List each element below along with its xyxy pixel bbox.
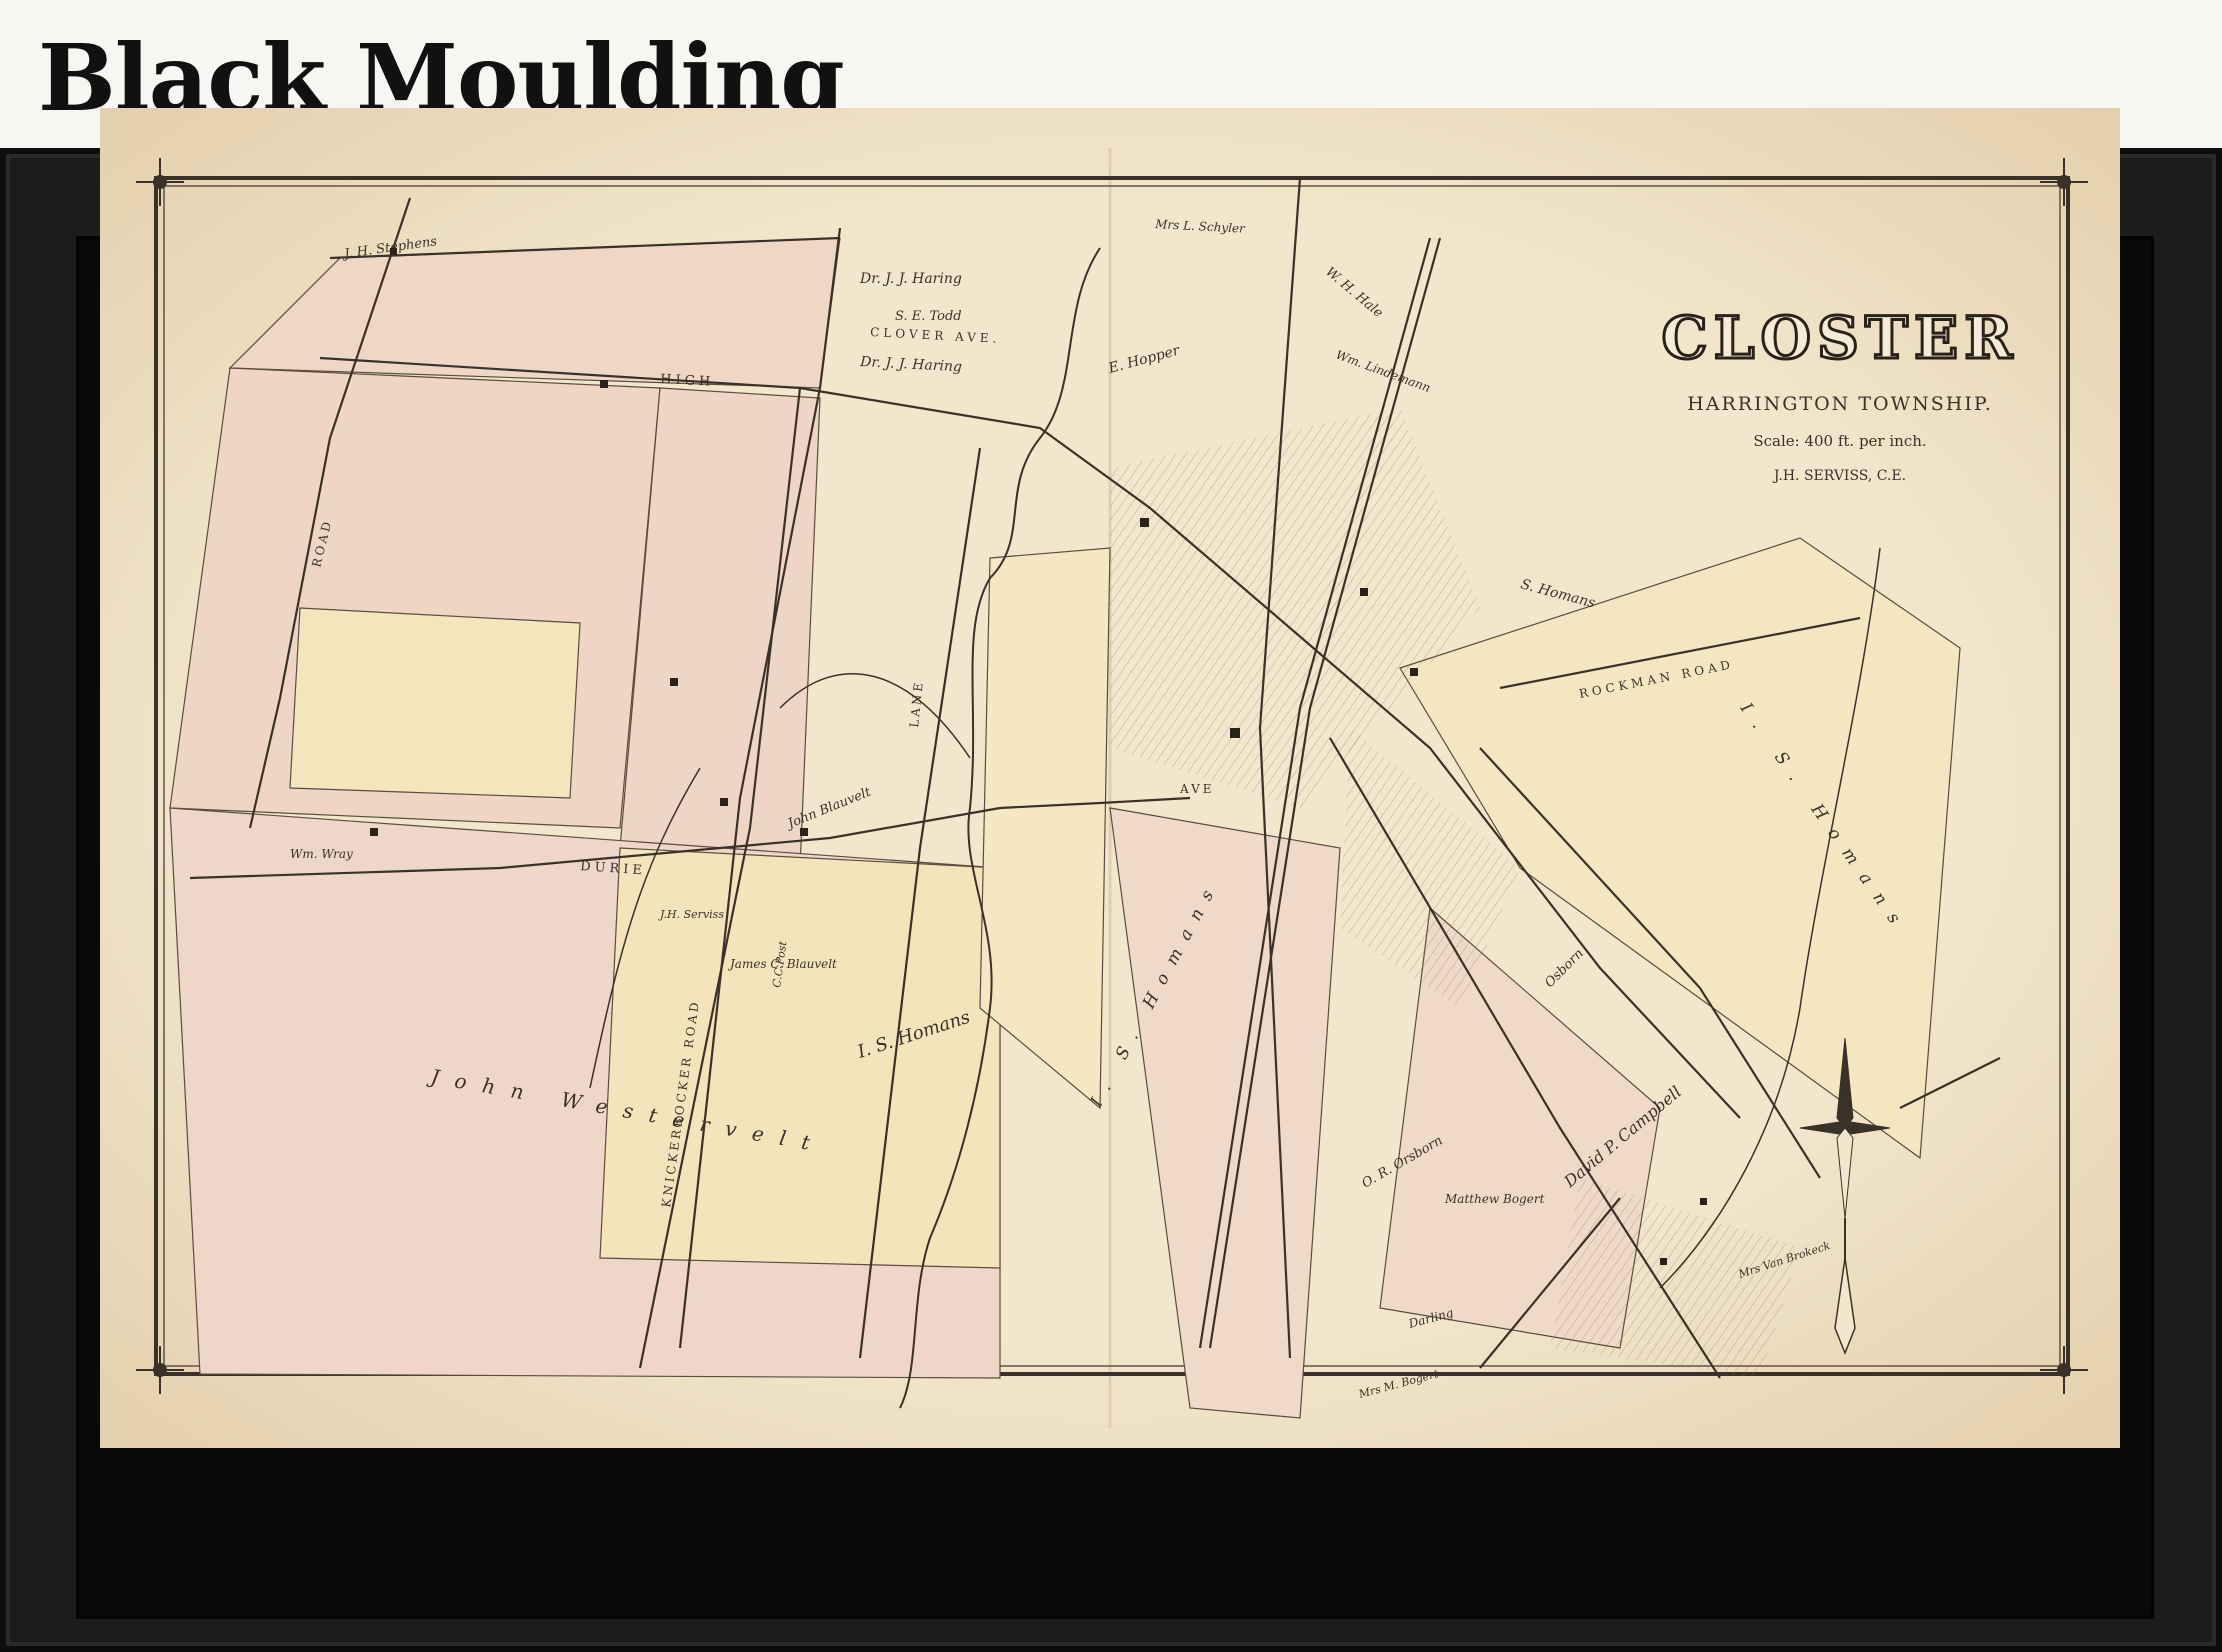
- parcel-center-yellow: [979, 547, 1111, 1110]
- label-matthew-bogert: Matthew Bogert: [1444, 1192, 1545, 1206]
- map-scale: Scale: 400 ft. per inch.: [1753, 432, 1926, 450]
- closter-map: CLOSTER HARRINGTON TOWNSHIP. Scale: 400 …: [100, 108, 2120, 1448]
- label-wm-wray: Wm. Wray: [290, 847, 353, 861]
- map-subtitle: HARRINGTON TOWNSHIP.: [1687, 393, 1993, 415]
- map-title: CLOSTER: [1662, 304, 2019, 372]
- label-s-e-todd: S. E. Todd: [895, 309, 962, 324]
- map-author: J.H. SERVISS, C.E.: [1772, 468, 1906, 484]
- road-label-ave: AVE: [1179, 782, 1215, 796]
- label-dr-haring-1: Dr. J. J. Haring: [859, 271, 962, 287]
- label-j-h-serviss: J.H. Serviss: [658, 908, 724, 921]
- parcel-yellow-1: [289, 607, 581, 799]
- road-label-high: HIGH: [660, 372, 715, 390]
